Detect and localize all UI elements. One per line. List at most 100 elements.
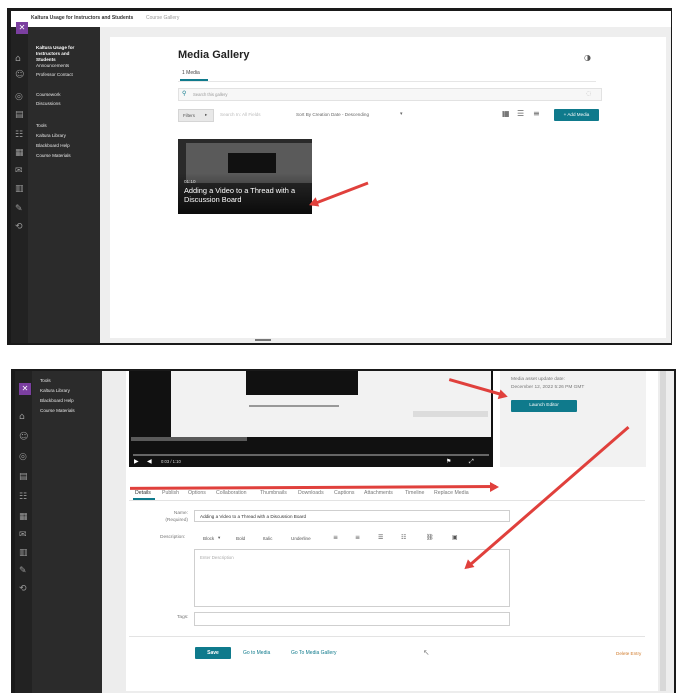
fullscreen-icon[interactable]: ⤢ [469, 458, 474, 466]
sidebar-item-announcements[interactable]: Announcements [36, 63, 69, 68]
sidebar-item-professor-contact[interactable]: Professor Contact [36, 72, 73, 77]
tools-icon[interactable]: ✎ [15, 205, 23, 214]
sidebar-item-course-materials[interactable]: Course Materials [36, 153, 71, 158]
bullet-list-icon[interactable]: ☰ [378, 534, 383, 541]
tools-icon[interactable]: ✎ [19, 567, 27, 576]
sidebar-item-course-materials[interactable]: Course Materials [40, 408, 75, 413]
profile-icon[interactable]: ☺ [19, 433, 28, 442]
numbered-list-icon[interactable]: ☷ [401, 534, 406, 541]
italic-button[interactable]: Italic [263, 536, 272, 541]
gallery-search-bar[interactable]: ⚲ Search this gallery ◌ [178, 88, 602, 101]
tab-thumbnails[interactable]: Thumbnails [260, 490, 287, 496]
grades-icon[interactable]: ▥ [15, 185, 24, 194]
add-media-label: + Add Media [563, 112, 590, 117]
sidebar-item-discussions[interactable]: Discussions [36, 101, 61, 106]
sort-dropdown[interactable]: Sort By Creation Date - Descending [296, 112, 369, 117]
sidebar-item-blackboard-help[interactable]: Blackboard Help [36, 143, 70, 148]
description-placeholder: Enter Description [200, 555, 234, 560]
contrast-icon[interactable]: ◑ [584, 53, 591, 62]
video-title[interactable]: Adding a Video to a Thread with a Discus… [184, 186, 306, 204]
name-field-value: Adding a Video to a Thread with a Discus… [200, 513, 307, 519]
volume-icon[interactable]: ◀ [147, 458, 152, 465]
underline-button[interactable]: Underline [291, 536, 311, 541]
courses-icon[interactable]: ▤ [19, 473, 28, 482]
tab-publish[interactable]: Publish [162, 490, 179, 496]
player-inner-buttons [413, 411, 488, 417]
grades-icon[interactable]: ▥ [19, 549, 28, 558]
scrollbar[interactable] [255, 339, 271, 341]
player-screen [171, 371, 491, 437]
description-label: Description: [160, 535, 186, 540]
grid-view-icon[interactable]: ▦ [502, 109, 510, 118]
tab-timeline[interactable]: Timeline [405, 490, 424, 496]
tab-attachments[interactable]: Attachments [364, 490, 393, 496]
calendar-icon[interactable]: ▦ [15, 149, 24, 158]
search-info-icon[interactable]: ◌ [586, 90, 591, 97]
delete-entry-link[interactable]: Delete Entry [616, 651, 641, 656]
globe-icon[interactable]: ◎ [19, 453, 27, 462]
video-thumbnail[interactable]: 01:10 Adding a Video to a Thread with a … [178, 139, 312, 214]
link-icon[interactable]: ⛓ [426, 534, 434, 541]
search-in-dropdown[interactable]: Search In: All Fields [220, 112, 261, 117]
add-media-button[interactable]: + Add Media [554, 109, 599, 121]
sign-out-icon[interactable]: ⟲ [19, 585, 27, 594]
description-field[interactable]: Enter Description [194, 549, 510, 607]
save-button[interactable]: Save [195, 647, 231, 659]
sidebar-course-title: Kaltura Usage for Instructors and Studen… [36, 45, 75, 62]
tab-divider [178, 81, 596, 82]
tags-label: Tags: [177, 615, 189, 620]
sign-out-icon[interactable]: ⟲ [15, 223, 23, 232]
header-course-title[interactable]: Kaltura Usage for Instructors and Studen… [31, 15, 133, 21]
calendar-icon[interactable]: ▦ [19, 513, 28, 522]
play-icon[interactable]: ▶ [134, 458, 139, 465]
image-icon[interactable]: ▣ [452, 534, 458, 541]
organizations-icon[interactable]: ☷ [19, 493, 27, 502]
update-date-value: December 12, 2022 5:26 PM GMT [511, 385, 585, 390]
tab-downloads[interactable]: Downloads [298, 490, 324, 496]
search-input[interactable]: Search this gallery [193, 92, 227, 97]
tab-details[interactable]: Details [135, 490, 151, 496]
institution-icon[interactable]: ⌂ [15, 55, 21, 64]
sidebar-item-blackboard-help[interactable]: Blackboard Help [40, 398, 74, 403]
tab-captions[interactable]: Captions [334, 490, 354, 496]
sidebar-item-coursework[interactable]: Coursework [36, 92, 61, 97]
profile-icon[interactable]: ☺ [15, 71, 24, 80]
name-field[interactable]: Adding a Video to a Thread with a Discus… [194, 510, 510, 522]
sidebar-item-tools[interactable]: Tools [36, 123, 47, 128]
player-progress-bar[interactable] [133, 454, 489, 456]
header-breadcrumb[interactable]: Course Gallery [146, 15, 179, 21]
sidebar-item-kaltura-library[interactable]: Kaltura Library [36, 133, 66, 138]
flag-icon[interactable]: ⚑ [446, 458, 451, 465]
align-center-icon[interactable]: ≡ [355, 534, 360, 541]
close-icon[interactable]: ✕ [19, 383, 31, 395]
tab-divider [129, 500, 645, 501]
media-meta-panel: Media asset update date: December 12, 20… [500, 371, 646, 467]
tab-options[interactable]: Options [188, 490, 206, 496]
courses-icon[interactable]: ▤ [15, 111, 24, 120]
go-to-media-gallery-link[interactable]: Go To Media Gallery [291, 650, 336, 656]
block-format-dropdown[interactable]: Block [203, 536, 214, 541]
globe-icon[interactable]: ◎ [15, 93, 23, 102]
messages-icon[interactable]: ✉ [19, 531, 27, 540]
close-icon[interactable]: ✕ [16, 22, 28, 34]
video-player[interactable]: ▶ ◀ 0:03 / 1:10 ⚑ ⤢ [129, 371, 493, 467]
bold-button[interactable]: Bold [236, 536, 245, 541]
organizations-icon[interactable]: ☷ [15, 131, 23, 140]
align-left-icon[interactable]: ≡ [333, 534, 338, 541]
institution-icon[interactable]: ⌂ [19, 413, 25, 422]
launch-editor-button[interactable]: Launch Editor [511, 400, 577, 412]
right-scrollbar[interactable] [660, 371, 666, 691]
tab-replace-media[interactable]: Replace Media [434, 490, 469, 496]
bottom-course-sidebar: Tools Kaltura Library Blackboard Help Co… [32, 371, 102, 693]
filters-button[interactable]: Filters ▸ [178, 109, 214, 122]
tab-collaboration[interactable]: Collaboration [216, 490, 247, 496]
tab-media[interactable]: 1 Media [182, 70, 200, 76]
list-view-icon[interactable]: ☰ [517, 109, 524, 118]
sidebar-item-tools[interactable]: Tools [40, 378, 51, 383]
messages-icon[interactable]: ✉ [15, 167, 23, 176]
tags-field[interactable] [194, 612, 510, 626]
sidebar-item-kaltura-library[interactable]: Kaltura Library [40, 388, 70, 393]
go-to-media-link[interactable]: Go to Media [243, 650, 270, 656]
save-label: Save [207, 650, 219, 656]
compact-view-icon[interactable]: ≡ [533, 109, 540, 118]
